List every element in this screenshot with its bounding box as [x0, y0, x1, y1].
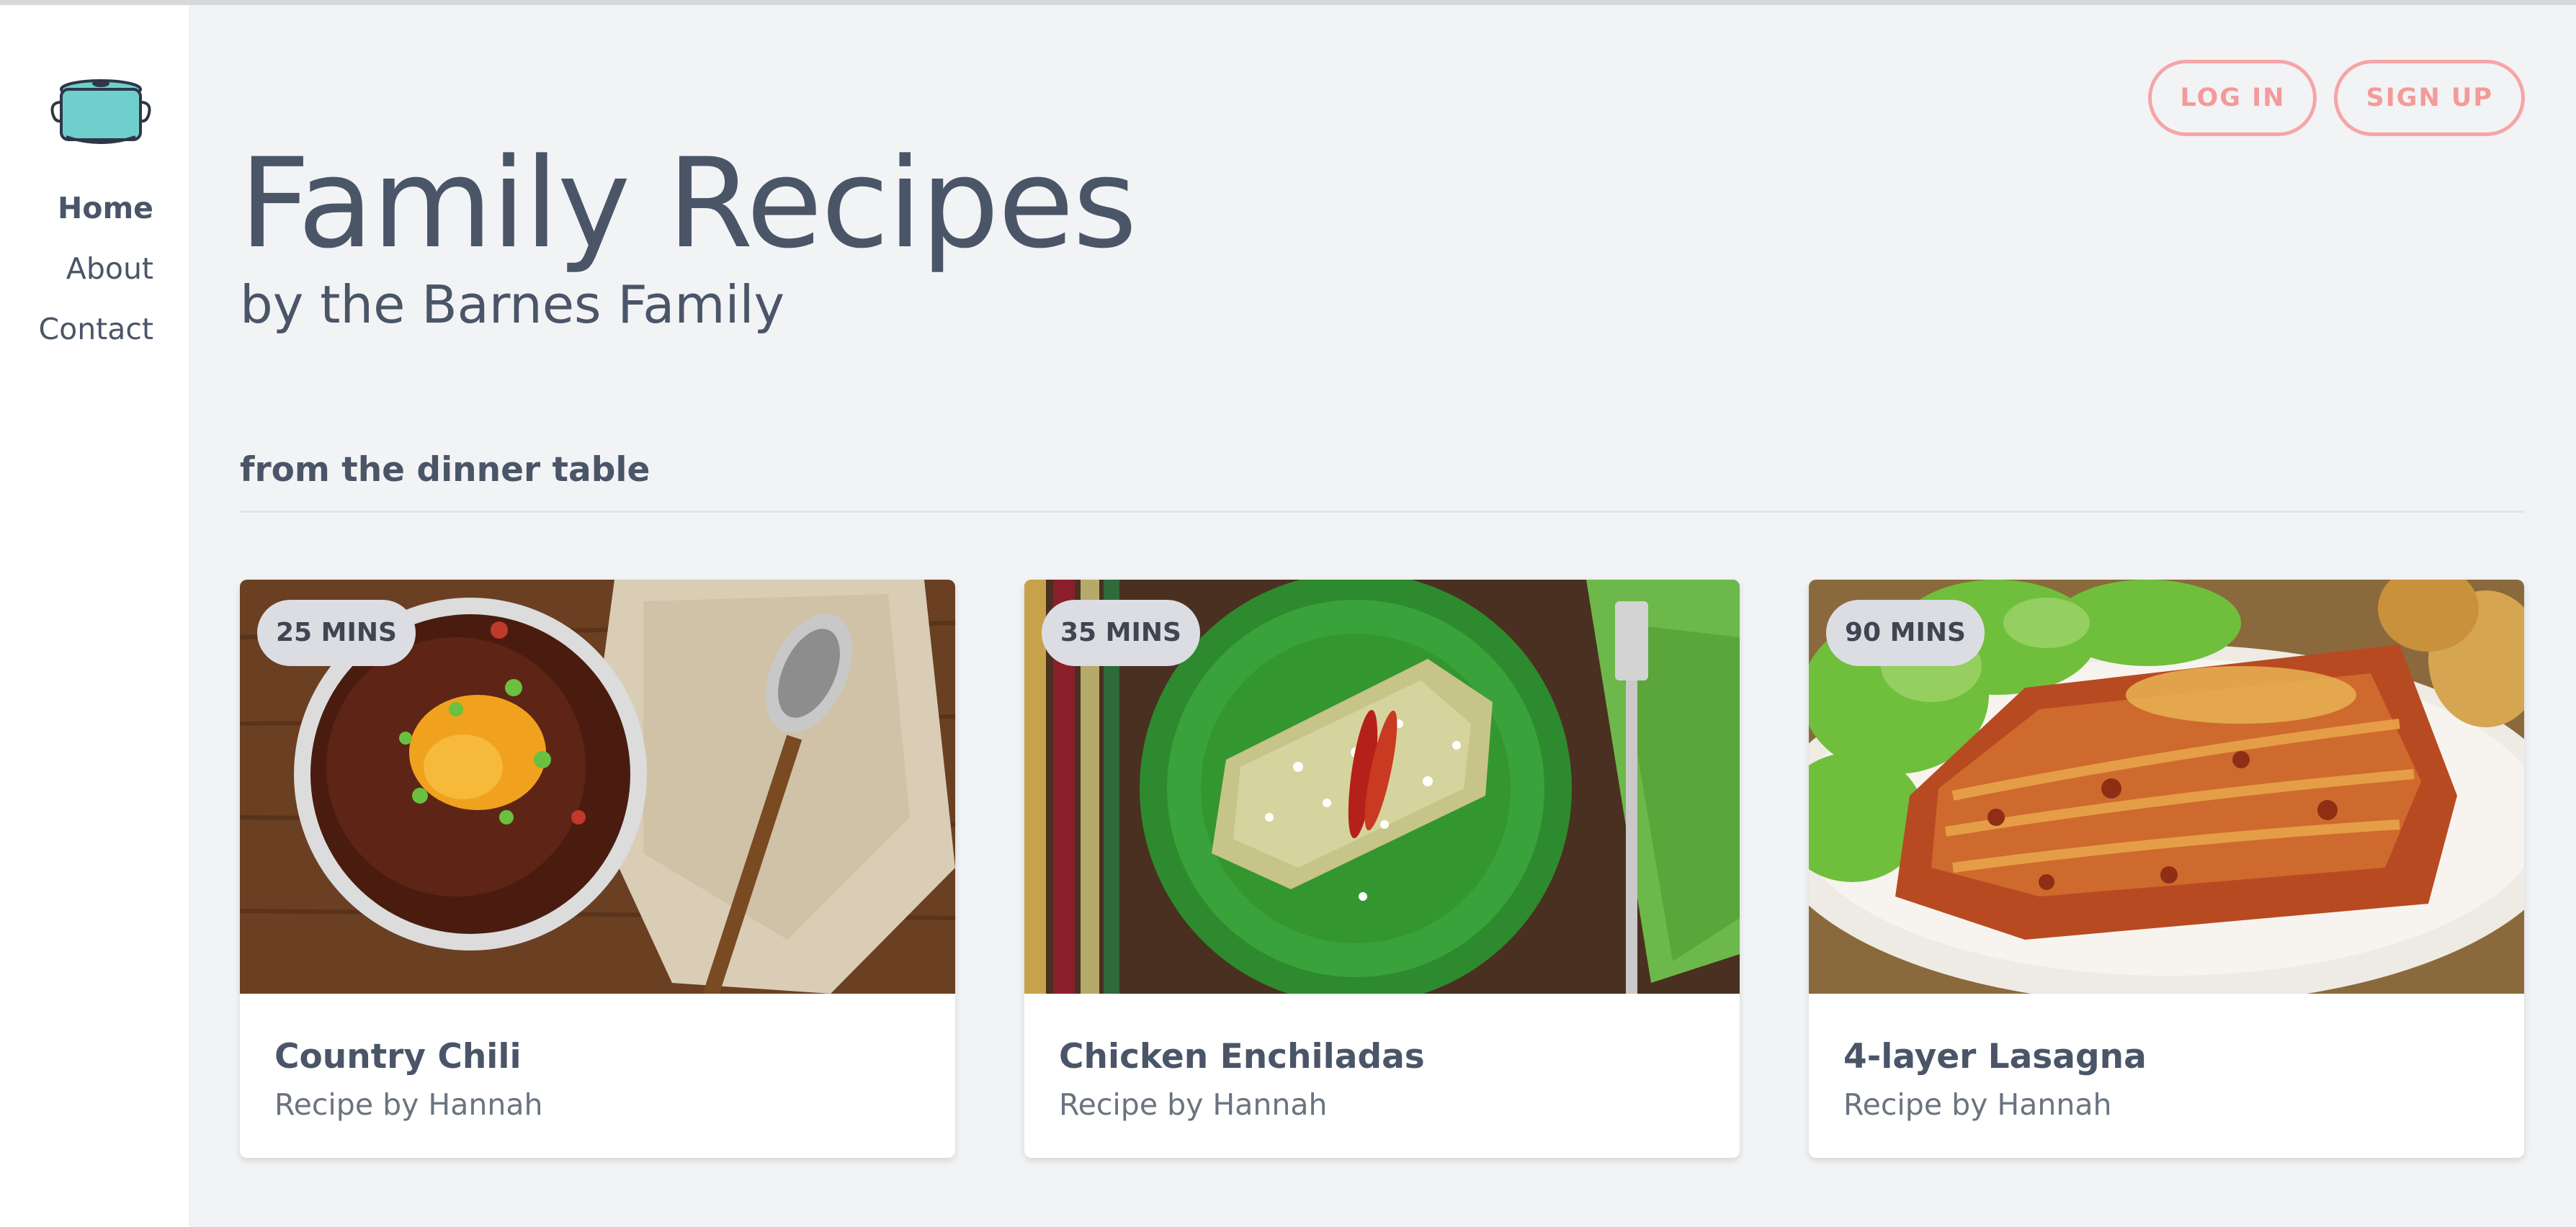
section-heading: from the dinner table	[240, 450, 650, 490]
recipe-title[interactable]: Country Chili	[274, 1037, 921, 1077]
main-content: LOG IN SIGN UP Family Recipes by the Bar…	[189, 5, 2576, 1227]
sidebar-nav: Home About Contact	[38, 178, 153, 359]
auth-buttons: LOG IN SIGN UP	[2148, 60, 2525, 136]
recipe-title[interactable]: Chicken Enchiladas	[1059, 1037, 1705, 1077]
sidebar: Home About Contact	[0, 5, 189, 1227]
recipe-card[interactable]: 35 MINS Chicken Enchiladas Recipe by Han…	[1024, 580, 1740, 1158]
cooking-pot-icon[interactable]	[50, 73, 151, 156]
signup-button[interactable]: SIGN UP	[2334, 60, 2525, 136]
window-top-border	[0, 0, 2576, 5]
recipe-author: Recipe by Hannah	[274, 1087, 543, 1123]
nav-item-about[interactable]: About	[38, 238, 153, 299]
section-divider	[240, 511, 2525, 513]
page-subtitle: by the Barnes Family	[240, 274, 785, 335]
recipe-image-enchiladas: 35 MINS	[1024, 580, 1740, 994]
nav-item-home[interactable]: Home	[38, 178, 153, 238]
prep-time-badge: 90 MINS	[1826, 600, 1985, 666]
prep-time-badge: 35 MINS	[1042, 600, 1200, 666]
recipe-image-chili: 25 MINS	[240, 580, 955, 994]
recipe-author: Recipe by Hannah	[1059, 1087, 1328, 1123]
recipe-title[interactable]: 4-layer Lasagna	[1843, 1037, 2490, 1077]
recipe-author: Recipe by Hannah	[1843, 1087, 2112, 1123]
recipe-image-lasagna: 90 MINS	[1809, 580, 2524, 994]
recipe-card[interactable]: 90 MINS 4-layer Lasagna Recipe by Hannah	[1809, 580, 2524, 1158]
nav-item-contact[interactable]: Contact	[38, 299, 153, 359]
prep-time-badge: 25 MINS	[257, 600, 416, 666]
page-title: Family Recipes	[239, 131, 1137, 276]
login-button[interactable]: LOG IN	[2148, 60, 2317, 136]
recipe-card-list: 25 MINS Country Chili Recipe by Hannah 3…	[240, 580, 2525, 1158]
recipe-card[interactable]: 25 MINS Country Chili Recipe by Hannah	[240, 580, 955, 1158]
